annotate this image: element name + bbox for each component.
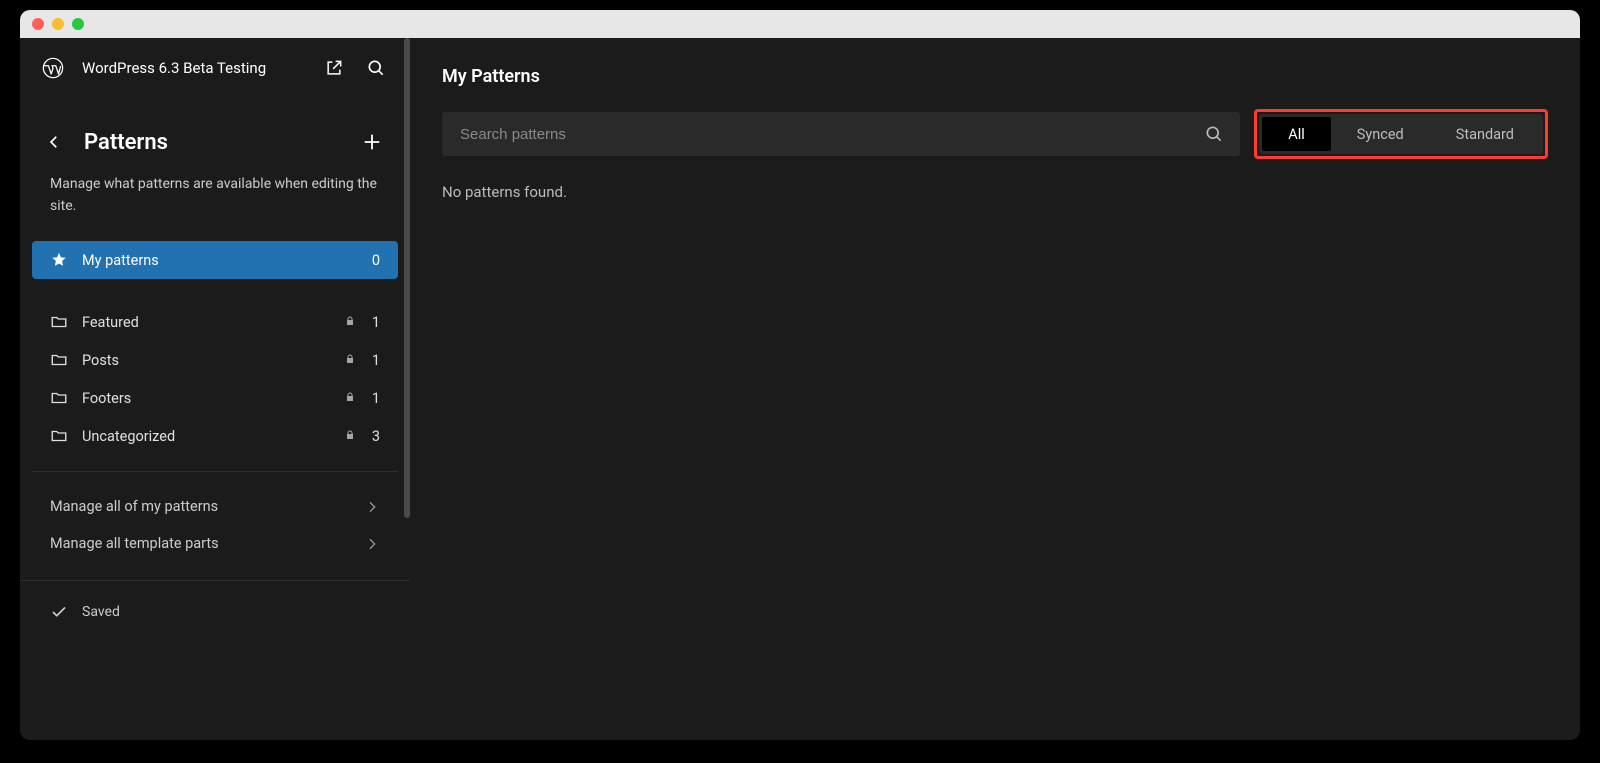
sidebar-item-count: 1 [372,314,380,331]
tab-standard[interactable]: Standard [1430,117,1540,151]
chevron-right-icon [364,499,380,515]
back-button[interactable] [42,130,66,154]
sidebar-item-label: Posts [82,352,330,369]
sidebar-link-label: Manage all of my patterns [50,498,218,515]
open-site-icon[interactable] [322,56,346,80]
sidebar-item-label: My patterns [82,252,358,269]
search-field[interactable] [442,112,1240,156]
lock-icon [344,391,358,405]
manage-my-patterns-link[interactable]: Manage all of my patterns [32,488,398,525]
folder-icon [50,351,68,369]
search-icon [1204,124,1224,144]
lock-icon [344,315,358,329]
folder-icon [50,389,68,407]
sidebar-item-uncategorized[interactable]: Uncategorized 3 [32,417,398,455]
sidebar-item-my-patterns[interactable]: My patterns 0 [32,241,398,279]
main-content: My Patterns All Synced Standard No pa [410,38,1580,740]
window-close-button[interactable] [32,18,44,30]
page-title: My Patterns [442,66,1548,87]
sidebar-item-footers[interactable]: Footers 1 [32,379,398,417]
sidebar-item-featured[interactable]: Featured 1 [32,303,398,341]
tab-synced[interactable]: Synced [1331,117,1430,151]
search-icon[interactable] [364,56,388,80]
site-title[interactable]: WordPress 6.3 Beta Testing [82,59,304,77]
sync-filter-highlight: All Synced Standard [1254,109,1548,159]
manage-template-parts-link[interactable]: Manage all template parts [32,525,398,562]
folder-icon [50,313,68,331]
sidebar-item-label: Footers [82,390,330,407]
sidebar-description: Manage what patterns are available when … [20,166,410,241]
sidebar-item-count: 1 [372,352,380,369]
divider [32,471,398,472]
sidebar-item-count: 0 [372,252,380,269]
toolbar: All Synced Standard [442,109,1548,159]
wordpress-logo-icon[interactable] [42,57,64,79]
sidebar-item-posts[interactable]: Posts 1 [32,341,398,379]
save-status: Saved [20,581,410,643]
lock-icon [344,429,358,443]
save-status-label: Saved [82,604,120,620]
empty-state-message: No patterns found. [442,183,1548,201]
sidebar-title: Patterns [84,130,168,155]
sidebar-item-count: 3 [372,428,380,445]
chevron-right-icon [364,536,380,552]
window-maximize-button[interactable] [72,18,84,30]
sidebar-item-label: Uncategorized [82,428,330,445]
app-window: WordPress 6.3 Beta Testing [20,10,1580,740]
search-input[interactable] [458,125,1204,144]
folder-icon [50,427,68,445]
lock-icon [344,353,358,367]
sidebar-item-count: 1 [372,390,380,407]
window-minimize-button[interactable] [52,18,64,30]
sidebar: WordPress 6.3 Beta Testing [20,38,410,740]
sidebar-scrollbar[interactable] [404,38,410,518]
sync-filter-tabs: All Synced Standard [1259,114,1543,154]
star-icon [50,251,68,269]
window-titlebar [20,10,1580,38]
tab-all[interactable]: All [1262,117,1331,151]
check-icon [50,603,68,621]
sidebar-link-label: Manage all template parts [50,535,219,552]
sidebar-item-label: Featured [82,314,330,331]
sidebar-topbar: WordPress 6.3 Beta Testing [20,38,410,90]
sidebar-category-list: My patterns 0 Featured 1 [20,241,410,562]
add-pattern-button[interactable] [356,126,388,158]
sidebar-header: Patterns [20,90,410,166]
